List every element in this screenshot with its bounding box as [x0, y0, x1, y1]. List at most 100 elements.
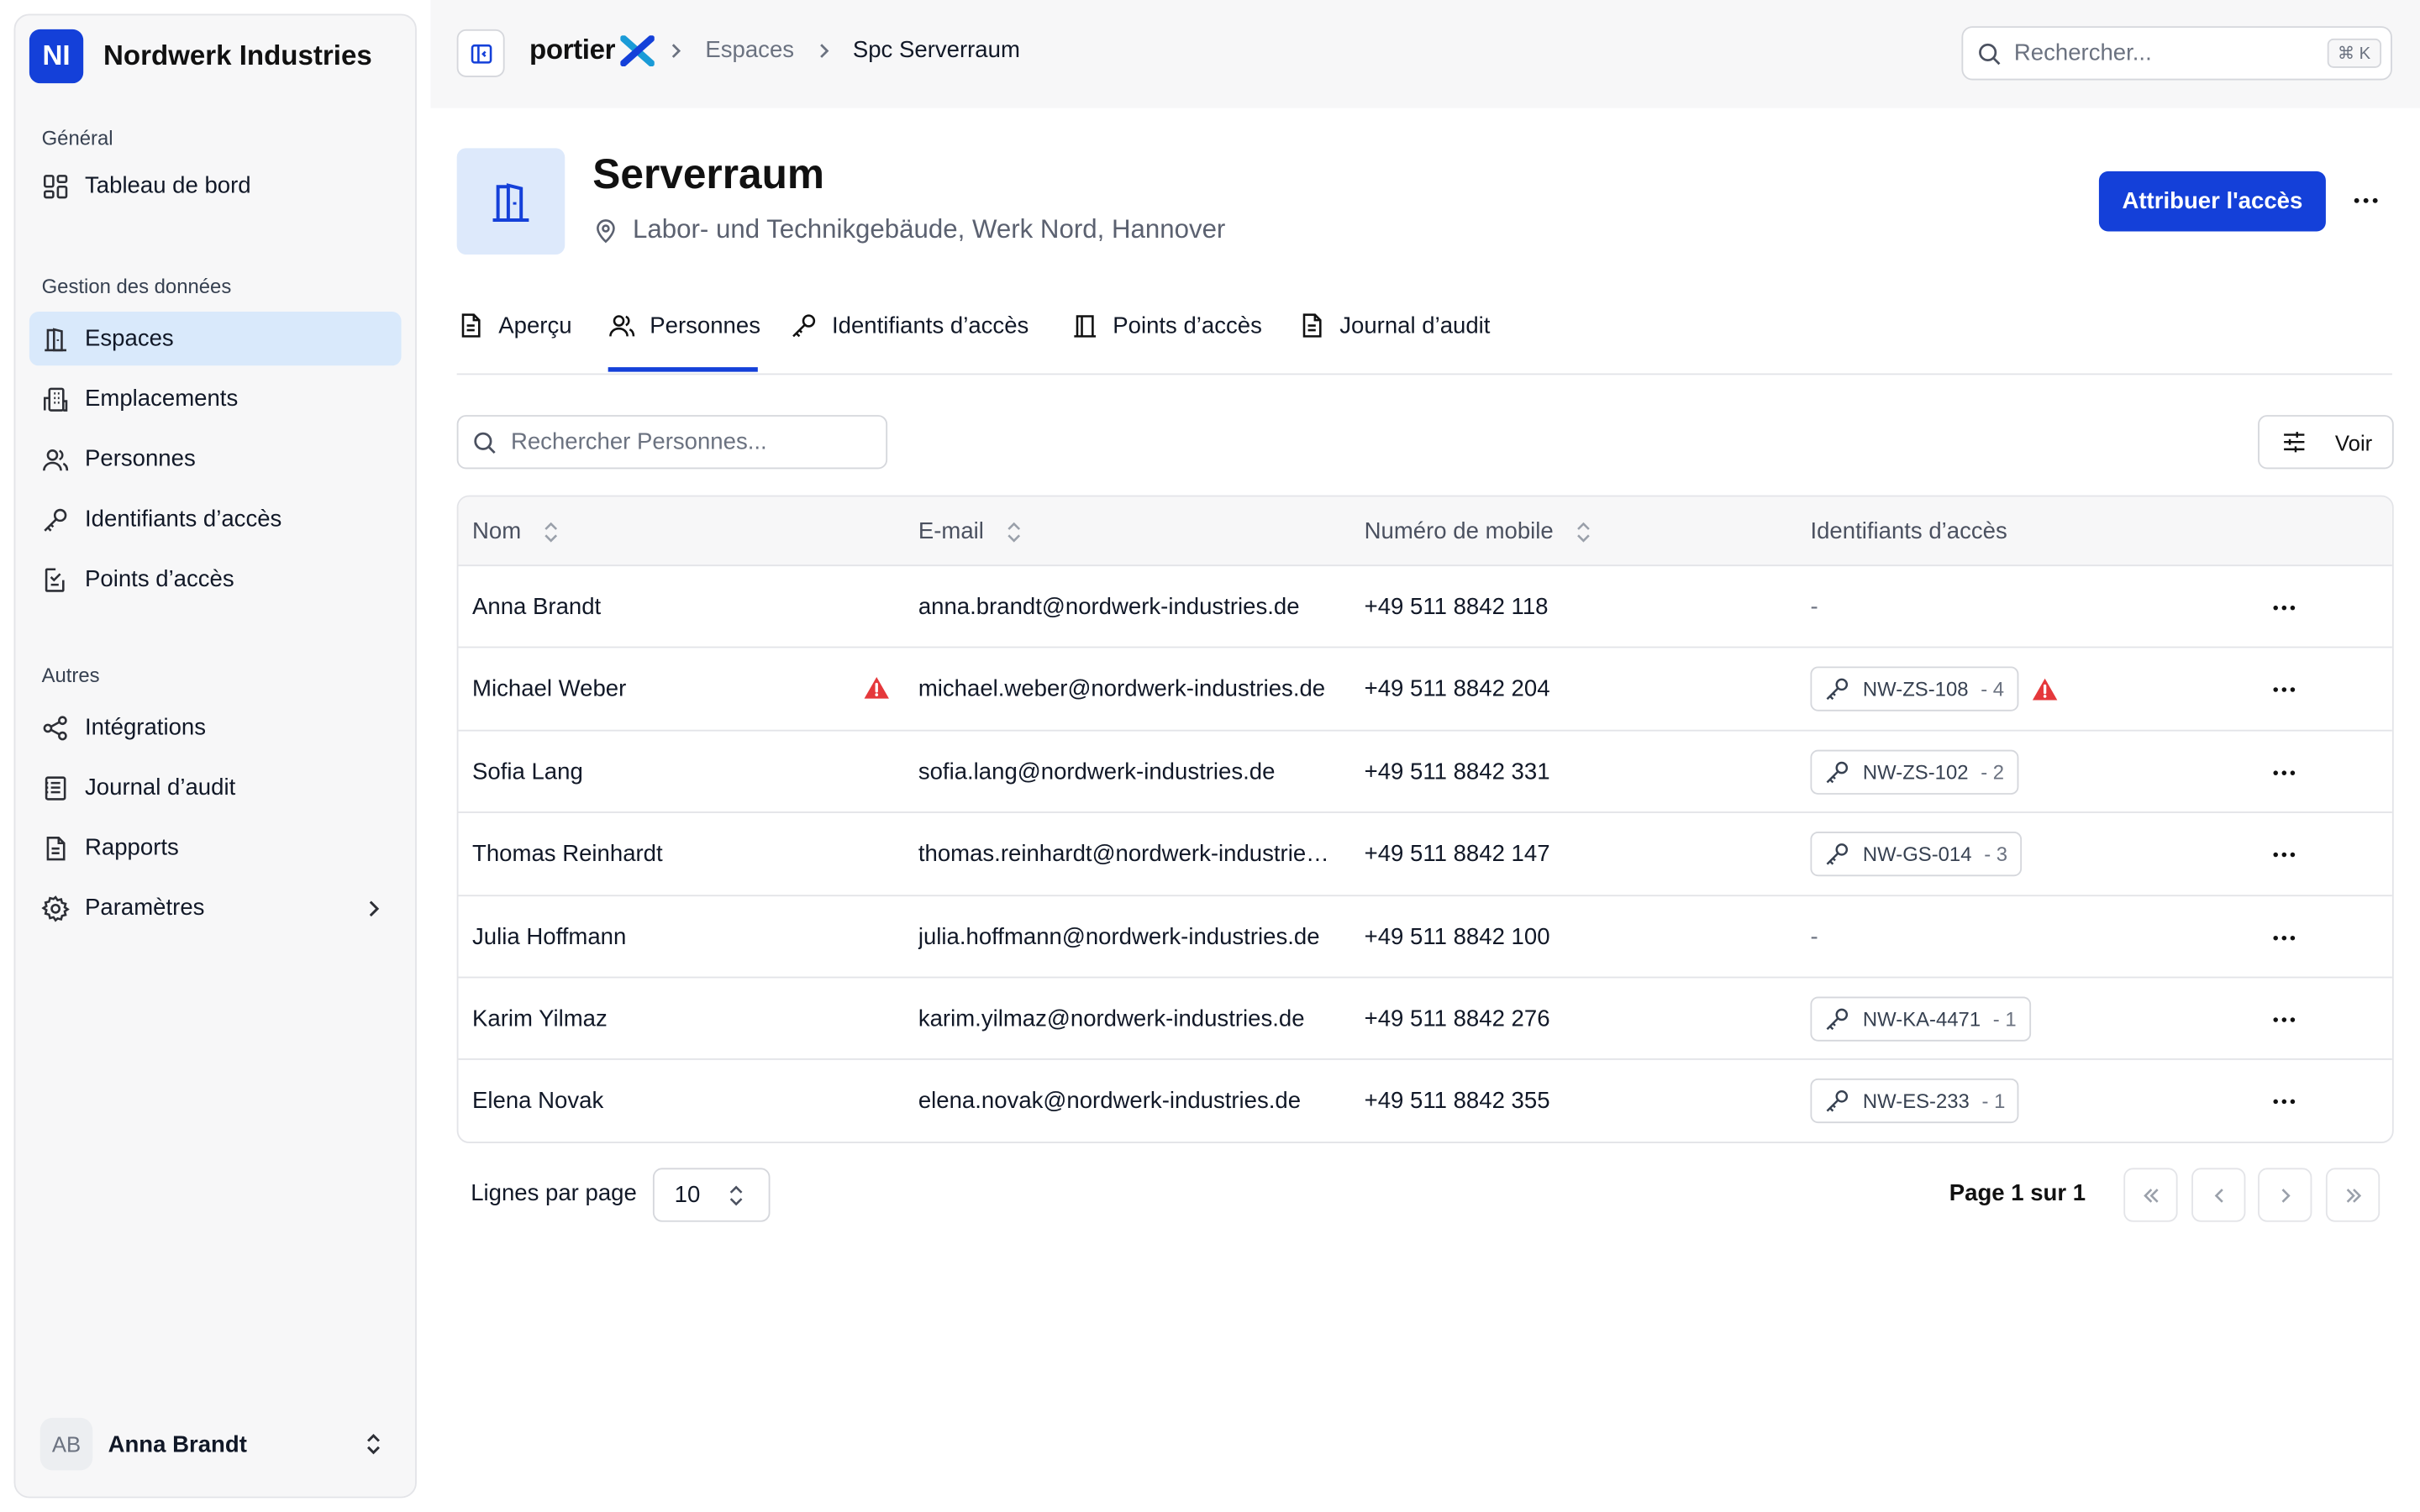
tab-label: Aperçu	[498, 312, 572, 339]
first-page-button[interactable]	[2123, 1168, 2178, 1222]
share-icon	[42, 713, 70, 741]
access-point-icon	[42, 565, 70, 593]
column-header-nom[interactable]: Nom	[472, 496, 561, 566]
rows-per-page-select[interactable]: 10	[652, 1168, 771, 1222]
last-page-button[interactable]	[2325, 1168, 2381, 1222]
sidebar-item-rapports[interactable]: Rapports	[29, 821, 402, 874]
tab-journal[interactable]: Journal d’audit	[1298, 308, 1490, 342]
credential-badge[interactable]: NW-KA-4471 - 1	[1810, 996, 2031, 1042]
sidebar-item-label: Journal d’audit	[85, 774, 236, 801]
location-text: Labor- und Technikgebäude, Werk Nord, Ha…	[633, 214, 1226, 244]
rows-per-page-label: Lignes par page	[471, 1180, 637, 1207]
sidebar-item-label: Tableau de bord	[85, 172, 251, 199]
sidebar-item-journal[interactable]: Journal d’audit	[29, 760, 402, 814]
row-actions-button[interactable]	[2269, 592, 2300, 623]
table-row[interactable]: Elena Novak elena.novak@nordwerk-industri…	[458, 1060, 2391, 1142]
nav-heading: Général	[41, 126, 113, 150]
row-actions-button[interactable]	[2269, 1087, 2300, 1118]
cell-name: Anna Brandt	[472, 594, 602, 621]
nav-heading: Gestion des données	[41, 274, 232, 298]
chevrons-up-down-icon	[725, 1183, 747, 1207]
brand-logo[interactable]: portier	[529, 34, 655, 66]
table-body: Anna Brandt anna.brandt@nordwerk-industri…	[458, 566, 2392, 1142]
cell-name: Sofia Lang	[472, 759, 583, 785]
chevrons-right-icon	[2342, 1184, 2364, 1206]
breadcrumb-current: Spc Serverraum	[852, 37, 1020, 64]
credential-badge[interactable]: NW-ZS-102 - 2	[1810, 749, 2018, 795]
view-options-button[interactable]: Voir	[2258, 415, 2394, 470]
credential-badge[interactable]: NW-GS-014 - 3	[1810, 832, 2022, 877]
more-actions-button[interactable]	[2348, 185, 2385, 216]
table-row[interactable]: Michael Weber michael.weber@nordwerk-indu…	[458, 648, 2392, 732]
sidebar-item-points-acces[interactable]: Points d’accès	[29, 553, 402, 606]
global-search-input[interactable]: Rechercher... ⌘ K	[1961, 26, 2392, 81]
assign-access-button[interactable]: Attribuer l'accès	[2098, 171, 2326, 232]
sidebar: NI Nordwerk Industries Général Tableau d…	[13, 13, 417, 1499]
credential-count: - 1	[1981, 1089, 2006, 1113]
previous-page-button[interactable]	[2191, 1168, 2246, 1222]
email-text: julia.hoffmann@nordwerk-industries.de	[918, 923, 1320, 950]
table-row[interactable]: Sofia Lang sofia.lang@nordwerk-industries…	[458, 731, 2392, 814]
key-icon	[790, 312, 818, 339]
cell-email: thomas.reinhardt@nordwerk-industries.de	[918, 813, 1339, 895]
row-actions-button[interactable]	[2269, 1005, 2300, 1036]
org-switcher[interactable]: NI Nordwerk Industries	[29, 29, 372, 84]
more-horizontal-icon	[2269, 1087, 2300, 1118]
tab-identifiants[interactable]: Identifiants d’accès	[790, 308, 1028, 342]
column-header-mobile[interactable]: Numéro de mobile	[1365, 496, 1594, 566]
nav-section-general: Général Tableau de bord	[15, 122, 415, 219]
email-text: thomas.reinhardt@nordwerk-industries.de	[918, 841, 1339, 868]
cell-credentials: NW-ZS-108 - 4	[1810, 648, 2273, 730]
sidebar-item-integrations[interactable]: Intégrations	[29, 701, 402, 754]
column-label: E-mail	[918, 518, 984, 545]
key-icon	[1824, 759, 1850, 785]
sidebar-toggle-icon	[468, 41, 492, 66]
warning-icon	[863, 675, 891, 702]
more-horizontal-icon	[2269, 675, 2300, 706]
key-icon	[42, 506, 70, 533]
chevrons-up-down-icon	[361, 1431, 386, 1456]
column-header-email[interactable]: E-mail	[918, 496, 1024, 566]
tab-apercu[interactable]: Aperçu	[457, 308, 572, 342]
table-row[interactable]: Julia Hoffmann julia.hoffmann@nordwerk-in…	[458, 895, 2392, 979]
warning-icon	[2030, 675, 2058, 703]
row-actions-button[interactable]	[2269, 922, 2300, 953]
credential-count: - 4	[1981, 678, 2005, 701]
sidebar-toggle-button[interactable]	[456, 29, 505, 77]
row-actions-button[interactable]	[2269, 675, 2300, 706]
next-page-button[interactable]	[2258, 1168, 2312, 1222]
breadcrumb: Espaces Spc Serverraum	[666, 37, 1020, 63]
sidebar-item-emplacements[interactable]: Emplacements	[29, 372, 402, 426]
breadcrumb-espaces[interactable]: Espaces	[705, 37, 794, 63]
sidebar-item-dashboard[interactable]: Tableau de bord	[29, 159, 402, 213]
tab-personnes[interactable]: Personnes	[608, 308, 760, 342]
credential-id: NW-ZS-108	[1862, 678, 1969, 701]
cell-mobile: +49 511 8842 331	[1364, 759, 1550, 785]
search-placeholder: Rechercher Personnes...	[510, 428, 767, 455]
people-search-input[interactable]: Rechercher Personnes...	[456, 415, 888, 470]
cell-name: Karim Yilmaz	[472, 1005, 608, 1032]
cell-email: anna.brandt@nordwerk-industries.de	[918, 566, 1339, 648]
credential-badge[interactable]: NW-ES-233 - 1	[1810, 1079, 2019, 1124]
credential-badge[interactable]: NW-ZS-108 - 4	[1810, 667, 2018, 712]
table-row[interactable]: Karim Yilmaz karim.yilmaz@nordwerk-indust…	[458, 978, 2392, 1061]
user-menu[interactable]: AB Anna Brandt	[29, 1413, 402, 1474]
cell-mobile: +49 511 8842 276	[1364, 1005, 1550, 1032]
email-text: karim.yilmaz@nordwerk-industries.de	[918, 1005, 1305, 1032]
table-row[interactable]: Anna Brandt anna.brandt@nordwerk-industri…	[458, 566, 2392, 649]
sidebar-item-identifiants[interactable]: Identifiants d’accès	[29, 492, 402, 546]
map-pin-icon	[592, 217, 618, 243]
row-actions-button[interactable]	[2269, 839, 2300, 870]
table-row[interactable]: Thomas Reinhardt thomas.reinhardt@nordwer…	[458, 813, 2392, 896]
row-actions-button[interactable]	[2269, 757, 2300, 788]
sidebar-item-label: Points d’accès	[85, 566, 234, 593]
sidebar-item-espaces[interactable]: Espaces	[29, 312, 402, 366]
topbar: portier Espaces Spc Serverraum Recherche…	[430, 0, 2420, 108]
credential-id: NW-GS-014	[1862, 843, 1972, 866]
sidebar-item-parametres[interactable]: Paramètres	[29, 881, 402, 935]
access-point-icon	[1071, 312, 1099, 339]
building-icon	[42, 385, 70, 412]
avatar: AB	[39, 1417, 93, 1471]
sidebar-item-personnes[interactable]: Personnes	[29, 432, 402, 486]
tab-points-acces[interactable]: Points d’accès	[1071, 308, 1262, 342]
